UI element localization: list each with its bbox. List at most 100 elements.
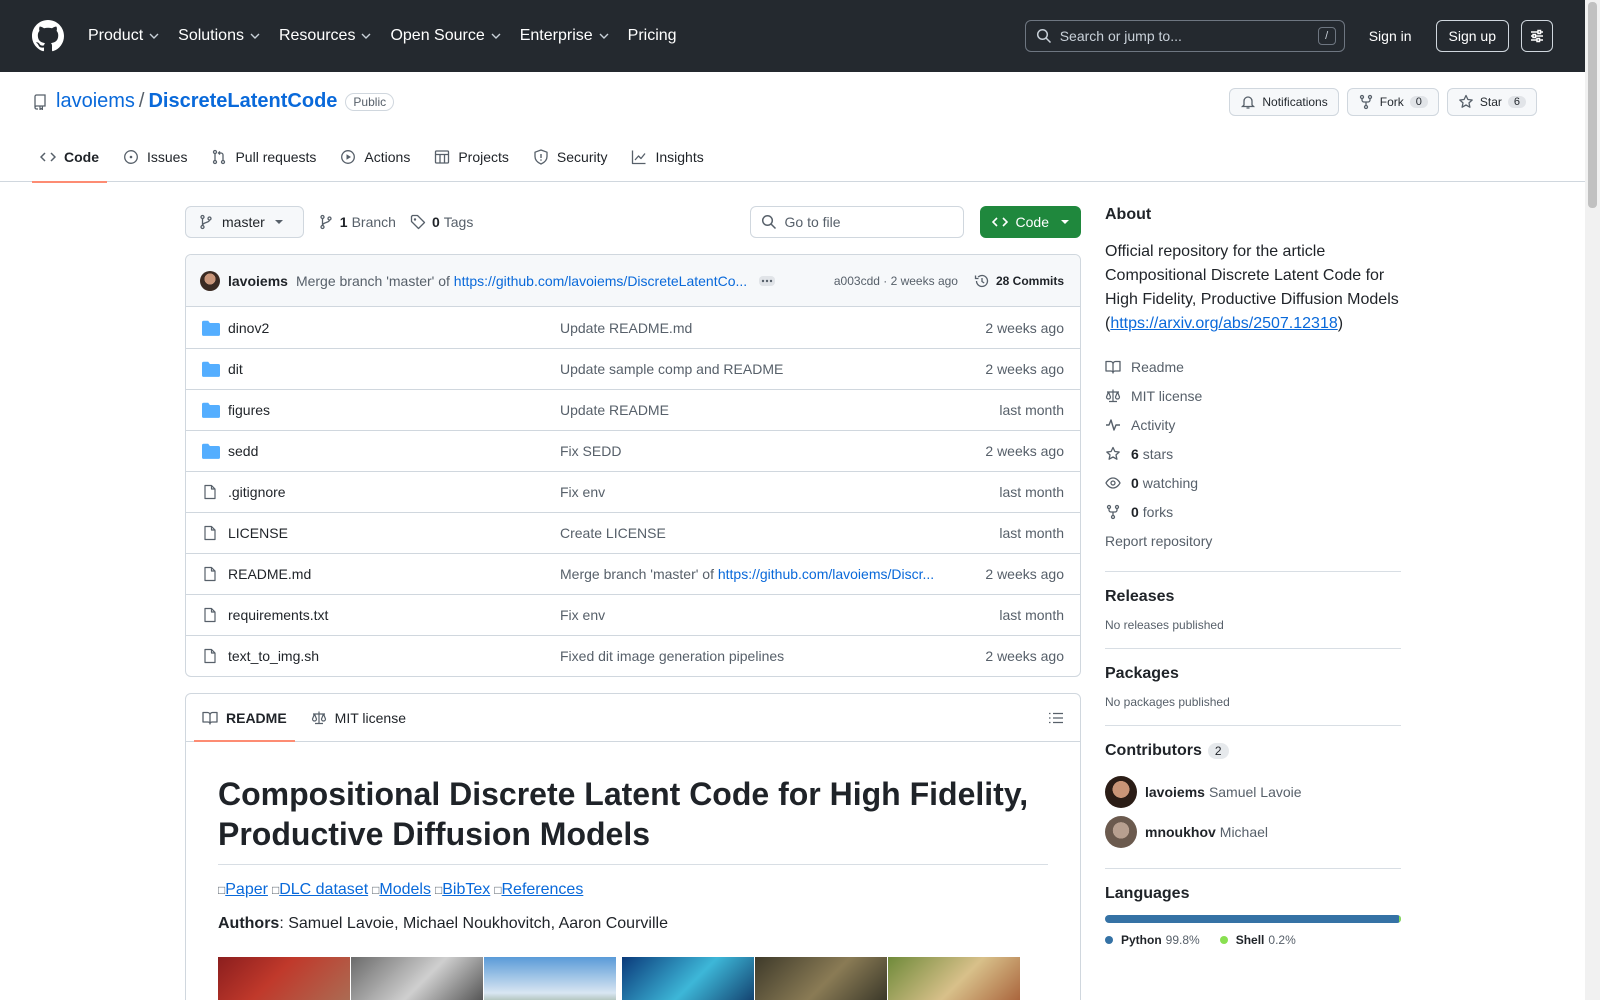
fork-button[interactable]: Fork 0	[1346, 88, 1439, 116]
file-commit-message[interactable]: Fix env	[560, 484, 999, 500]
file-name-link[interactable]: .gitignore	[228, 484, 560, 500]
contributor-login: mnoukhov	[1145, 824, 1216, 840]
contributor-item[interactable]: mnoukhov Michael	[1105, 812, 1401, 852]
file-commit-message[interactable]: Fix SEDD	[560, 443, 985, 459]
sign-in-link[interactable]: Sign in	[1369, 28, 1412, 44]
top-nav-resources[interactable]: Resources	[279, 27, 372, 45]
repo-owner-link[interactable]: lavoiems	[56, 90, 135, 113]
tab-license[interactable]: MIT license	[303, 694, 414, 741]
readme-link-bibtex[interactable]: BibTex	[442, 881, 490, 898]
contributor-item[interactable]: lavoiems Samuel Lavoie	[1105, 772, 1401, 812]
file-name-link[interactable]: sedd	[228, 443, 560, 459]
table-row: .gitignore Fix env last month	[186, 471, 1080, 512]
commit-sha-time[interactable]: a003cdd · 2 weeks ago	[834, 274, 958, 288]
tab-code[interactable]: Code	[32, 132, 107, 183]
about-paper-link[interactable]: https://arxiv.org/abs/2507.12318	[1110, 315, 1337, 332]
repo-title: lavoiems / DiscreteLatentCode Public	[32, 90, 395, 113]
forks-link[interactable]: 0 forks	[1105, 497, 1401, 526]
packages-heading[interactable]: Packages	[1105, 665, 1179, 683]
file-name-link[interactable]: README.md	[228, 566, 560, 582]
search-input[interactable]: Search or jump to... /	[1024, 20, 1345, 52]
avatar[interactable]	[200, 270, 220, 291]
file-commit-message[interactable]: Fix env	[560, 607, 999, 623]
search-icon	[761, 214, 776, 230]
fork-label: Fork	[1379, 95, 1404, 109]
readme-link-models[interactable]: Models	[379, 881, 431, 898]
star-button[interactable]: Star 6	[1446, 88, 1537, 116]
top-nav-enterprise[interactable]: Enterprise	[520, 27, 610, 45]
tab-security[interactable]: Security	[525, 132, 616, 182]
page-scrollbar[interactable]	[1585, 0, 1600, 1000]
file-icon	[204, 607, 216, 623]
top-nav-product[interactable]: Product	[88, 27, 160, 45]
scrollbar-thumb[interactable]	[1588, 2, 1597, 208]
file-commit-message[interactable]: Fixed dit image generation pipelines	[560, 648, 985, 664]
graph-icon	[632, 150, 646, 165]
list-unordered-icon[interactable]	[1048, 710, 1064, 726]
file-commit-link[interactable]: https://github.com/lavoiems/Discr...	[718, 566, 934, 582]
file-name-link[interactable]: dinov2	[228, 320, 560, 336]
file-name-link[interactable]: figures	[228, 402, 560, 418]
top-nav-pricing[interactable]: Pricing	[628, 27, 677, 45]
top-nav-solutions[interactable]: Solutions	[178, 27, 261, 45]
watching-count: 0	[1131, 474, 1139, 491]
tab-label: Pull requests	[235, 149, 317, 165]
license-link-label: MIT license	[1131, 387, 1203, 404]
repo-name-link[interactable]: DiscreteLatentCode	[148, 90, 337, 113]
commit-author[interactable]: lavoiems	[228, 273, 288, 289]
report-repository-link[interactable]: Report repository	[1105, 526, 1401, 555]
language-name: Shell	[1235, 933, 1265, 947]
language-item[interactable]: Shell 0.2%	[1219, 933, 1296, 947]
language-color-dot	[1219, 936, 1228, 944]
code-dropdown-button[interactable]: Code	[979, 206, 1081, 238]
bell-icon	[1241, 96, 1256, 109]
commit-message-link[interactable]: https://github.com/lavoiems/DiscreteLate…	[454, 273, 747, 289]
releases-heading[interactable]: Releases	[1105, 588, 1174, 606]
file-name-link[interactable]: requirements.txt	[228, 607, 560, 623]
file-commit-message[interactable]: Update sample comp and README	[560, 361, 985, 377]
readme-link-references[interactable]: References	[502, 881, 584, 898]
file-commit-message[interactable]: Update README	[560, 402, 999, 418]
contributor-name: Samuel Lavoie	[1208, 784, 1302, 800]
settings-menu-button[interactable]	[1521, 20, 1553, 52]
top-nav-open-source[interactable]: Open Source	[390, 27, 501, 45]
file-name-link[interactable]: LICENSE	[228, 525, 560, 541]
commits-link[interactable]: 28 Commits	[974, 273, 1064, 289]
fork-icon	[1359, 94, 1372, 110]
file-commit-message[interactable]: Merge branch 'master' of https://github.…	[560, 566, 985, 582]
tab-projects[interactable]: Projects	[426, 132, 517, 182]
language-item[interactable]: Python 99.8%	[1105, 933, 1200, 947]
go-to-file-input[interactable]: Go to file	[749, 206, 964, 238]
repo-tabs: Code Issues Pull requests Actions Projects Se…	[32, 132, 720, 183]
notifications-button[interactable]: Notifications	[1229, 88, 1339, 116]
stars-link[interactable]: 6 stars	[1105, 439, 1401, 468]
file-commit-message[interactable]: Create LICENSE	[560, 525, 999, 541]
contributors-heading[interactable]: Contributors	[1105, 742, 1202, 760]
branches-link[interactable]: 1 Branch	[318, 214, 396, 230]
commit-message[interactable]: Merge branch 'master' of https://github.…	[296, 273, 747, 289]
tab-readme[interactable]: README	[194, 694, 295, 742]
table-row: dit Update sample comp and README 2 weeks …	[186, 348, 1080, 389]
github-logo-icon[interactable]	[32, 20, 64, 52]
license-link[interactable]: MIT license	[1105, 381, 1401, 410]
table-row: LICENSE Create LICENSE last month	[186, 512, 1080, 553]
watchers-link[interactable]: 0 watching	[1105, 468, 1401, 497]
tab-pull-requests[interactable]: Pull requests	[203, 132, 324, 182]
branch-select-button[interactable]: master	[185, 206, 304, 238]
tab-insights[interactable]: Insights	[623, 132, 711, 182]
tags-link[interactable]: 0 Tags	[410, 214, 473, 230]
report-repository-label: Report repository	[1105, 532, 1213, 549]
file-name-link[interactable]: dit	[228, 361, 560, 377]
file-icon	[204, 525, 216, 541]
figure-thumbnail	[755, 957, 887, 1000]
readme-link-dlc-dataset[interactable]: DLC dataset	[279, 881, 368, 898]
file-name-link[interactable]: text_to_img.sh	[228, 648, 560, 664]
activity-link[interactable]: Activity	[1105, 410, 1401, 439]
readme-link-paper[interactable]: Paper	[225, 881, 268, 898]
tab-issues[interactable]: Issues	[115, 132, 195, 182]
readme-link[interactable]: Readme	[1105, 352, 1401, 381]
file-commit-message[interactable]: Update README.md	[560, 320, 985, 336]
tab-actions[interactable]: Actions	[332, 132, 418, 182]
sign-up-button[interactable]: Sign up	[1435, 20, 1509, 52]
expand-commit-button[interactable]	[759, 275, 776, 286]
